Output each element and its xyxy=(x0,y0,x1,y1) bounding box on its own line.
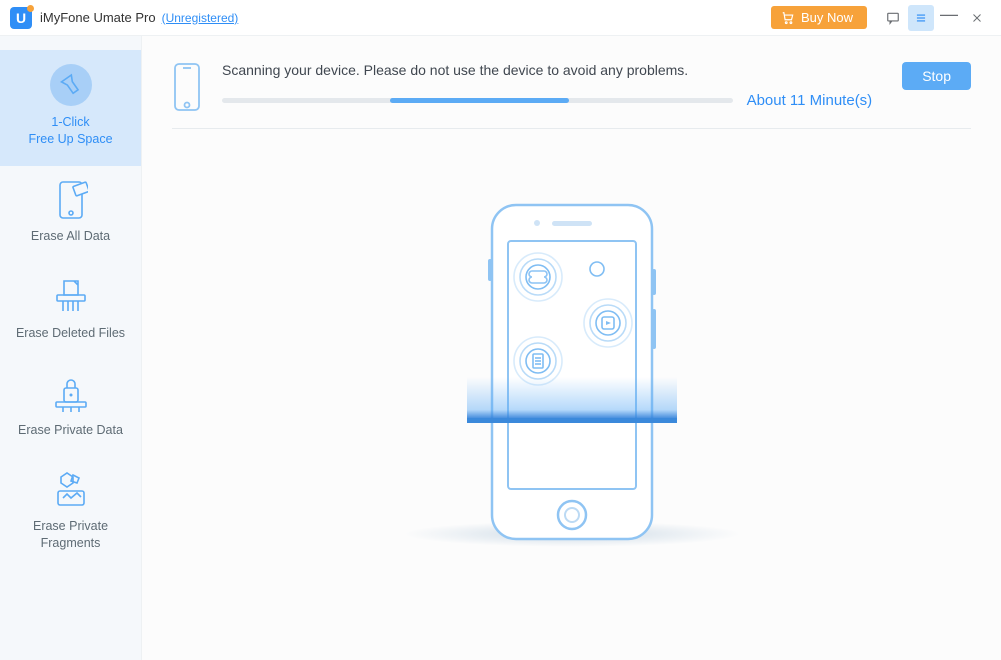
stop-button[interactable]: Stop xyxy=(902,62,971,90)
sidebar-item-erase-private-fragments[interactable]: Erase Private Fragments xyxy=(0,456,141,570)
app-logo: U xyxy=(10,7,32,29)
flashlight-icon xyxy=(50,64,92,106)
device-icon xyxy=(172,62,202,112)
buy-now-button[interactable]: Buy Now xyxy=(771,6,867,29)
app-title: iMyFone Umate Pro xyxy=(40,10,156,25)
sidebar: 1-Click Free Up Space Erase All Data xyxy=(0,36,142,660)
scan-progress-bar xyxy=(222,98,733,103)
main-panel: Scanning your device. Please do not use … xyxy=(142,36,1001,660)
header-divider xyxy=(172,128,971,129)
scan-progress-track xyxy=(390,98,569,103)
fragments-icon xyxy=(51,470,91,510)
sidebar-item-label: 1-Click Free Up Space xyxy=(28,114,112,148)
minimize-button[interactable]: — xyxy=(936,5,962,31)
registration-status-link[interactable]: (Unregistered) xyxy=(162,11,239,25)
scanning-phone-icon xyxy=(482,199,662,549)
sidebar-item-label: Erase Private Fragments xyxy=(33,518,108,552)
sidebar-item-label: Erase Private Data xyxy=(18,422,123,439)
sidebar-item-label: Erase Deleted Files xyxy=(16,325,125,342)
buy-now-label: Buy Now xyxy=(801,10,853,25)
scan-message: Scanning your device. Please do not use … xyxy=(222,62,872,78)
scan-header: Scanning your device. Please do not use … xyxy=(172,62,971,112)
close-button[interactable] xyxy=(964,5,990,31)
cart-icon xyxy=(781,11,795,25)
scan-band xyxy=(467,377,677,423)
titlebar: U iMyFone Umate Pro (Unregistered) Buy N… xyxy=(0,0,1001,36)
sidebar-item-label: Erase All Data xyxy=(31,228,110,245)
shredder-icon xyxy=(51,277,91,317)
scan-eta-label: About 11 Minute(s) xyxy=(747,92,873,109)
lock-erase-icon xyxy=(51,374,91,414)
sidebar-item-erase-private-data[interactable]: Erase Private Data xyxy=(0,360,141,457)
menu-icon[interactable] xyxy=(908,5,934,31)
feedback-icon[interactable] xyxy=(880,5,906,31)
sidebar-item-erase-deleted-files[interactable]: Erase Deleted Files xyxy=(0,263,141,360)
sidebar-item-erase-all-data[interactable]: Erase All Data xyxy=(0,166,141,263)
sidebar-item-free-up-space[interactable]: 1-Click Free Up Space xyxy=(0,50,141,166)
device-erase-icon xyxy=(51,180,91,220)
phone-illustration xyxy=(172,199,971,549)
